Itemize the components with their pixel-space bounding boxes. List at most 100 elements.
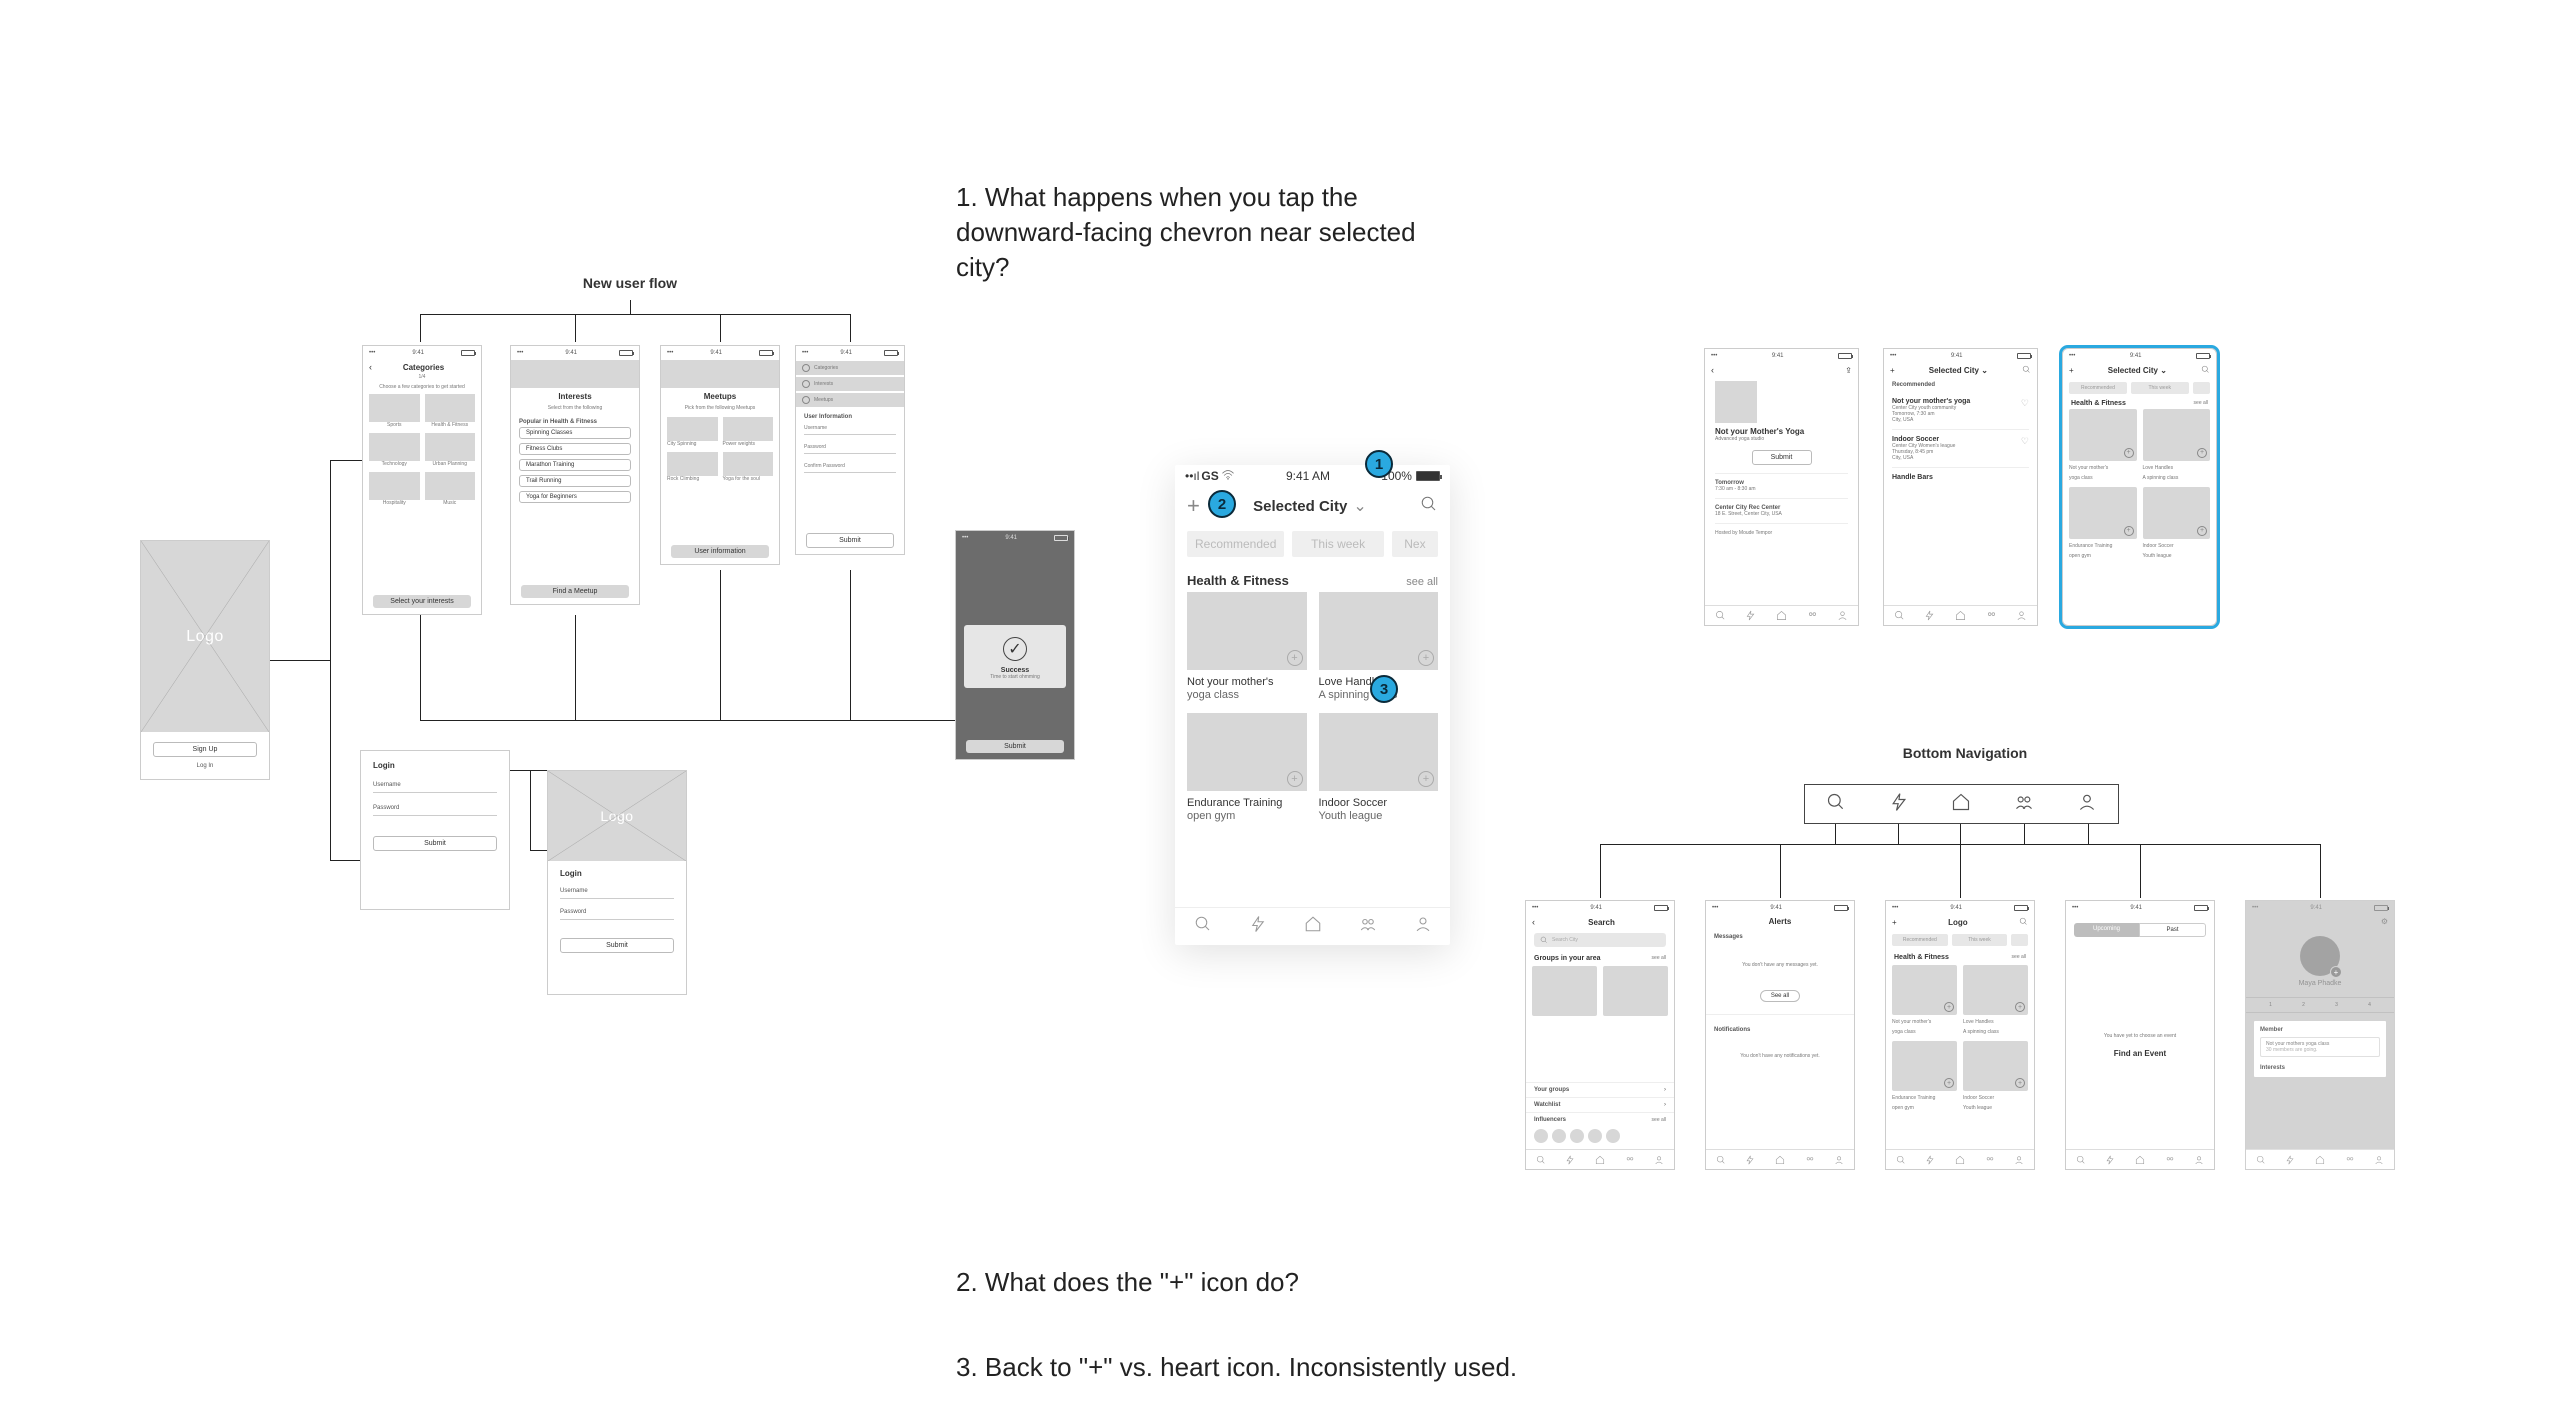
- meetup-card[interactable]: Rock Climbing: [667, 452, 718, 482]
- tab[interactable]: Recommended: [2069, 382, 2127, 394]
- plus-icon[interactable]: +: [1890, 366, 1895, 375]
- card[interactable]: +Love HandlesA spinning class: [2143, 409, 2211, 481]
- login-password[interactable]: Password: [373, 801, 497, 816]
- logo-label: Logo: [186, 628, 224, 646]
- meetups-cta[interactable]: User information: [671, 545, 769, 558]
- plus-circle-icon[interactable]: +: [1418, 650, 1434, 666]
- plus-circle-icon[interactable]: +: [1418, 771, 1434, 787]
- card[interactable]: +Not your mother'syoga class: [2069, 409, 2137, 481]
- search-icon[interactable]: [1826, 792, 1846, 817]
- screen-success: •••9:41 ✓ Success Time to start ohmming …: [955, 530, 1075, 760]
- conn: [2088, 824, 2089, 844]
- categories-cta[interactable]: Select your interests: [373, 595, 471, 608]
- card[interactable]: +Not your mother'syoga class: [1187, 592, 1307, 701]
- plus-icon[interactable]: +: [2069, 366, 2074, 375]
- plus-circle-icon[interactable]: +: [1287, 650, 1303, 666]
- interests-cta[interactable]: Find a Meetup: [521, 585, 629, 598]
- tab[interactable]: This week: [2131, 382, 2189, 394]
- category-card[interactable]: Music: [425, 472, 476, 506]
- share-icon[interactable]: ⇪: [1845, 366, 1852, 375]
- interest-pill[interactable]: Spinning Classes: [519, 427, 631, 439]
- group-icon[interactable]: [2014, 792, 2034, 817]
- city-selector[interactable]: Selected City ⌄: [1253, 496, 1367, 516]
- userinfo-password[interactable]: Password: [804, 441, 896, 454]
- plus-icon[interactable]: +: [1187, 493, 1200, 519]
- bolt-icon[interactable]: [1249, 915, 1267, 938]
- tab-upcoming[interactable]: Upcoming: [2074, 923, 2139, 937]
- login-submit[interactable]: Submit: [373, 836, 497, 851]
- see-all-link[interactable]: see all: [1406, 576, 1438, 588]
- feed-item-title[interactable]: Not your mother's yoga: [1892, 398, 1970, 405]
- card[interactable]: +Endurance Trainingopen gym: [1187, 713, 1307, 822]
- meetup-card[interactable]: Power weights: [723, 417, 774, 447]
- category-card[interactable]: Technology: [369, 433, 420, 467]
- search-icon[interactable]: [1420, 495, 1438, 518]
- user-icon[interactable]: [1414, 915, 1432, 938]
- login-link[interactable]: Log In: [153, 763, 257, 769]
- userinfo-title: User Information: [796, 408, 904, 422]
- tab-past[interactable]: Past: [2139, 923, 2206, 937]
- see-all-link[interactable]: see all: [2194, 400, 2208, 407]
- interest-pill[interactable]: Yoga for Beginners: [519, 491, 631, 503]
- screen-onboarding: Logo Sign Up Log In: [140, 540, 270, 780]
- userinfo-confirm[interactable]: Confirm Password: [804, 460, 896, 473]
- heart-icon[interactable]: ♡: [2021, 436, 2029, 461]
- heart-icon[interactable]: ♡: [2021, 398, 2029, 423]
- see-all-link[interactable]: see all: [1652, 955, 1666, 962]
- interest-pill[interactable]: Trail Running: [519, 475, 631, 487]
- login-username[interactable]: Username: [373, 778, 497, 793]
- gear-icon[interactable]: ⚙: [2381, 917, 2388, 926]
- home-icon[interactable]: [1304, 915, 1322, 938]
- conn: [575, 615, 576, 720]
- card[interactable]: +Indoor SoccerYouth league: [1319, 713, 1439, 822]
- success-submit[interactable]: Submit: [966, 740, 1064, 753]
- interest-pill[interactable]: Marathon Training: [519, 459, 631, 471]
- search-input[interactable]: Search City: [1534, 933, 1666, 947]
- feed-item-title[interactable]: Indoor Soccer: [1892, 436, 1955, 443]
- search-icon[interactable]: [2201, 365, 2210, 376]
- acc-row[interactable]: Categories: [814, 365, 838, 371]
- category-card[interactable]: Sports: [369, 394, 420, 428]
- plus-icon[interactable]: +: [1892, 918, 1897, 927]
- acc-row[interactable]: Interests: [814, 381, 833, 387]
- meetup-card[interactable]: City Spinning: [667, 417, 718, 447]
- back-icon[interactable]: ‹: [369, 362, 372, 372]
- signup-button[interactable]: Sign Up: [153, 742, 257, 757]
- search-icon[interactable]: [2019, 917, 2028, 928]
- search-icon[interactable]: [2022, 365, 2031, 376]
- tab-thisweek[interactable]: This week: [1292, 531, 1383, 557]
- detail-submit[interactable]: Submit: [1752, 450, 1812, 465]
- section-title: Health & Fitness: [1187, 573, 1289, 588]
- home-icon[interactable]: [1951, 792, 1971, 817]
- category-card[interactable]: Hospitality: [369, 472, 420, 506]
- tab-recommended[interactable]: Recommended: [1187, 531, 1284, 557]
- card[interactable]: +Endurance Trainingopen gym: [2069, 487, 2137, 559]
- back-icon[interactable]: ‹: [1532, 917, 1535, 927]
- category-card[interactable]: Health & Fitness: [425, 394, 476, 428]
- acc-row[interactable]: Meetups: [814, 397, 833, 403]
- conn: [720, 570, 721, 720]
- meetup-card[interactable]: Yoga for the soul: [723, 452, 774, 482]
- feed-item-title[interactable]: Handle Bars: [1892, 474, 2029, 481]
- category-card[interactable]: Urban Planning: [425, 433, 476, 467]
- login-password[interactable]: Password: [560, 905, 674, 920]
- interest-pill[interactable]: Fitness Clubs: [519, 443, 631, 455]
- userinfo-username[interactable]: Username: [804, 422, 896, 435]
- login-username[interactable]: Username: [560, 884, 674, 899]
- event-title: Not your Mother's Yoga: [1715, 427, 1848, 436]
- user-icon[interactable]: [2077, 792, 2097, 817]
- conn: [2140, 844, 2141, 898]
- back-icon[interactable]: ‹: [1711, 365, 1714, 375]
- find-event-link[interactable]: Find an Event: [2114, 1049, 2166, 1058]
- seeall-button[interactable]: See all: [1760, 990, 1800, 1002]
- userinfo-submit[interactable]: Submit: [806, 533, 894, 548]
- login-submit[interactable]: Submit: [560, 938, 674, 953]
- tab[interactable]: [2193, 382, 2210, 394]
- bolt-icon[interactable]: [1889, 792, 1909, 817]
- search-icon[interactable]: [1194, 915, 1212, 938]
- card[interactable]: +Indoor SoccerYouth league: [2143, 487, 2211, 559]
- group-icon[interactable]: [1359, 915, 1377, 938]
- plus-circle-icon[interactable]: +: [1287, 771, 1303, 787]
- plus-badge-icon[interactable]: +: [2330, 966, 2342, 978]
- tab-next[interactable]: Nex: [1392, 531, 1438, 557]
